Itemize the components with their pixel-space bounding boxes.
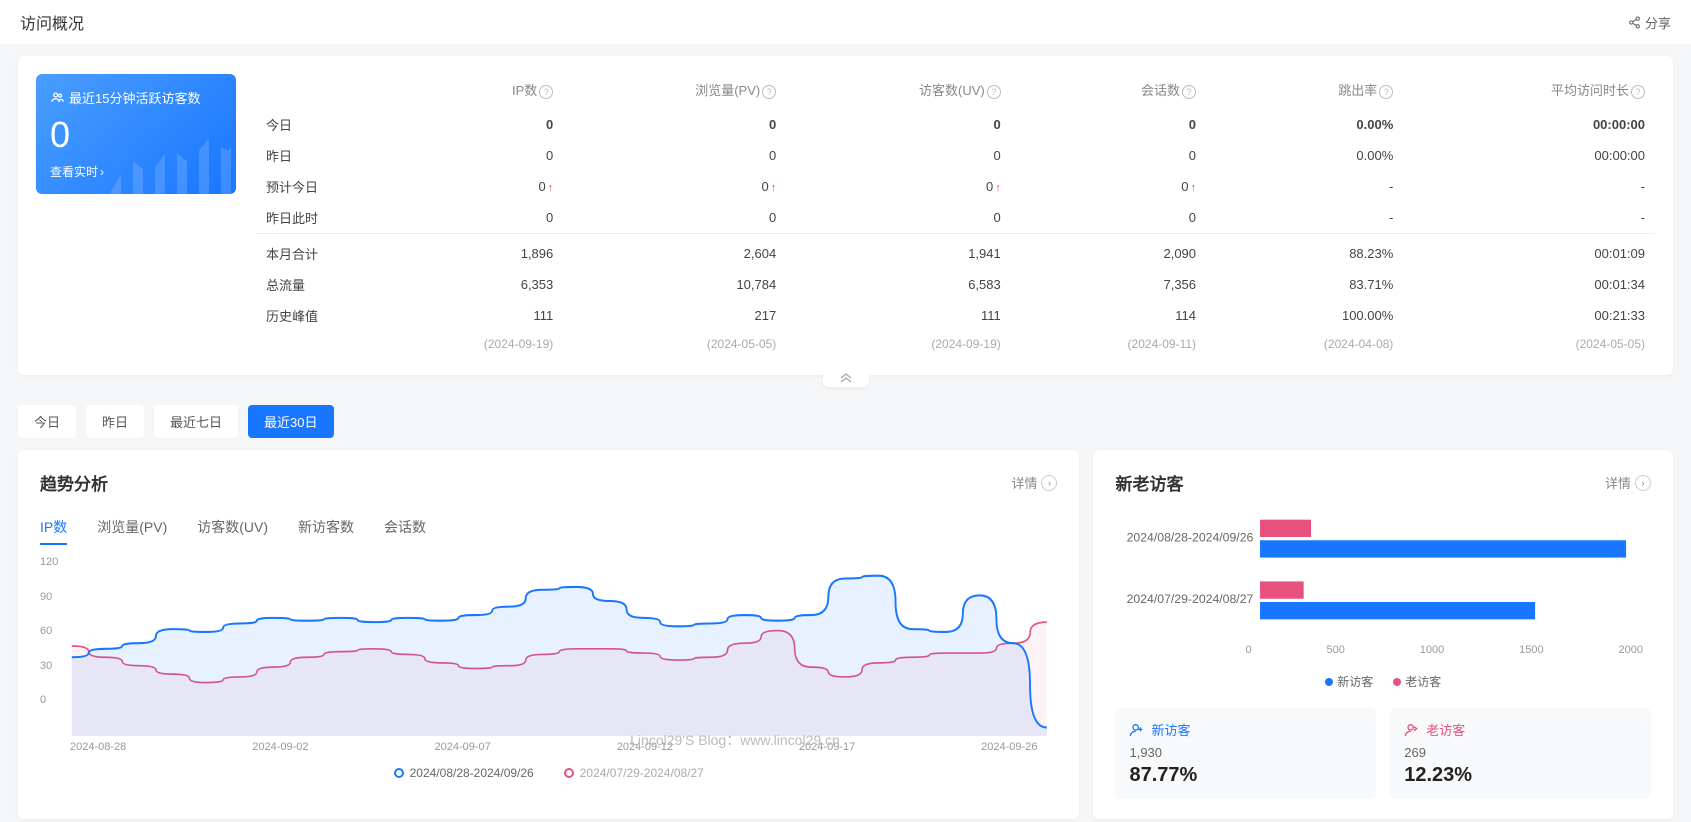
info-icon[interactable]: ?	[539, 85, 553, 99]
svg-text:2024/08/28-2024/09/26: 2024/08/28-2024/09/26	[1127, 530, 1254, 544]
subtab-ip[interactable]: IP数	[40, 511, 67, 545]
returning-visitors-box: 老访客 269 12.23%	[1390, 708, 1651, 799]
svg-text:2024/07/29-2024/08/27: 2024/07/29-2024/08/27	[1127, 592, 1254, 606]
legend-dot-icon	[564, 768, 574, 778]
tab-last7[interactable]: 最近七日	[154, 405, 238, 438]
table-row: 总流量6,35310,7846,5837,35683.71%00:01:34	[256, 269, 1655, 300]
visitors-legend: 新访客 老访客	[1115, 673, 1651, 690]
share-label: 分享	[1645, 13, 1671, 32]
visitors-detail-link[interactable]: 详情›	[1605, 473, 1651, 492]
table-row: 历史峰值111217111114100.00%00:21:33	[256, 300, 1655, 331]
new-visitors-box: 新访客 1,930 87.77%	[1115, 708, 1376, 799]
chevron-right-icon: ›	[100, 165, 104, 179]
legend-dot-icon	[1325, 678, 1333, 686]
legend-dot-icon	[394, 768, 404, 778]
trend-subtabs: IP数 浏览量(PV) 访客数(UV) 新访客数 会话数	[40, 511, 1057, 546]
overview-card: 最近15分钟活跃访客数 0 查看实时 › IP数? 浏览量(PV)? 访客数(U…	[18, 56, 1673, 375]
tab-yesterday[interactable]: 昨日	[86, 405, 144, 438]
trend-chart: 120 90 60 30 0 2024-08-28 2024-09-02 202…	[40, 556, 1057, 756]
share-button[interactable]: 分享	[1628, 13, 1671, 32]
info-icon[interactable]: ?	[1182, 85, 1196, 99]
trend-up-icon: ↑	[548, 182, 554, 194]
user-new-icon	[1129, 722, 1145, 738]
table-row: 昨日此时0000--	[256, 202, 1655, 234]
tab-last30[interactable]: 最近30日	[248, 405, 333, 438]
visitors-title: 新老访客	[1115, 470, 1183, 495]
table-row: 预计今日0↑0↑0↑0↑--	[256, 171, 1655, 202]
trend-detail-link[interactable]: 详情›	[1011, 473, 1057, 492]
active-visitors-value: 0	[50, 114, 222, 156]
visitors-panel: 新老访客 详情› 2024/08/28-2024/09/26 2024/07/29…	[1093, 450, 1673, 819]
table-row: 本月合计1,8962,6041,9412,09088.23%00:01:09	[256, 234, 1655, 270]
legend-dot-icon	[1393, 678, 1401, 686]
trend-up-icon: ↑	[771, 182, 777, 194]
info-icon[interactable]: ?	[1379, 85, 1393, 99]
info-icon[interactable]: ?	[762, 85, 776, 99]
subtab-sessions[interactable]: 会话数	[384, 511, 426, 545]
chevron-up-double-icon	[840, 373, 852, 383]
share-icon	[1628, 16, 1641, 29]
trend-title: 趋势分析	[40, 470, 108, 495]
visitors-chart: 2024/08/28-2024/09/26 2024/07/29-2024/08/…	[1115, 511, 1651, 661]
subtab-new[interactable]: 新访客数	[298, 511, 354, 545]
info-icon[interactable]: ?	[987, 85, 1001, 99]
chevron-right-icon: ›	[1635, 475, 1651, 491]
collapse-button[interactable]	[823, 369, 869, 387]
trend-legend: 2024/08/28-2024/09/26 2024/07/29-2024/08…	[40, 766, 1057, 780]
trend-up-icon: ↑	[995, 182, 1001, 194]
date-range-tabs: 今日 昨日 最近七日 最近30日	[0, 405, 1691, 438]
trend-panel: 趋势分析 详情› IP数 浏览量(PV) 访客数(UV) 新访客数 会话数 12…	[18, 450, 1079, 819]
chevron-right-icon: ›	[1041, 475, 1057, 491]
table-row: 昨日00000.00%00:00:00	[256, 140, 1655, 171]
subtab-uv[interactable]: 访客数(UV)	[197, 511, 268, 545]
view-realtime-link[interactable]: 查看实时 ›	[50, 163, 222, 180]
table-row: (2024-09-19)(2024-05-05)(2024-09-19)(202…	[256, 331, 1655, 357]
overview-table: IP数? 浏览量(PV)? 访客数(UV)? 会话数? 跳出率? 平均访问时长?…	[256, 74, 1655, 357]
tab-today[interactable]: 今日	[18, 405, 76, 438]
trend-up-icon: ↑	[1191, 182, 1197, 194]
users-icon	[50, 90, 65, 105]
subtab-pv[interactable]: 浏览量(PV)	[97, 511, 167, 545]
table-row: 今日00000.00%00:00:00	[256, 109, 1655, 140]
info-icon[interactable]: ?	[1631, 85, 1645, 99]
page-title: 访问概况	[20, 10, 84, 34]
active-visitors-box: 最近15分钟活跃访客数 0 查看实时 ›	[36, 74, 236, 194]
active-visitors-label: 最近15分钟活跃访客数	[50, 88, 222, 107]
user-returning-icon	[1404, 722, 1420, 738]
